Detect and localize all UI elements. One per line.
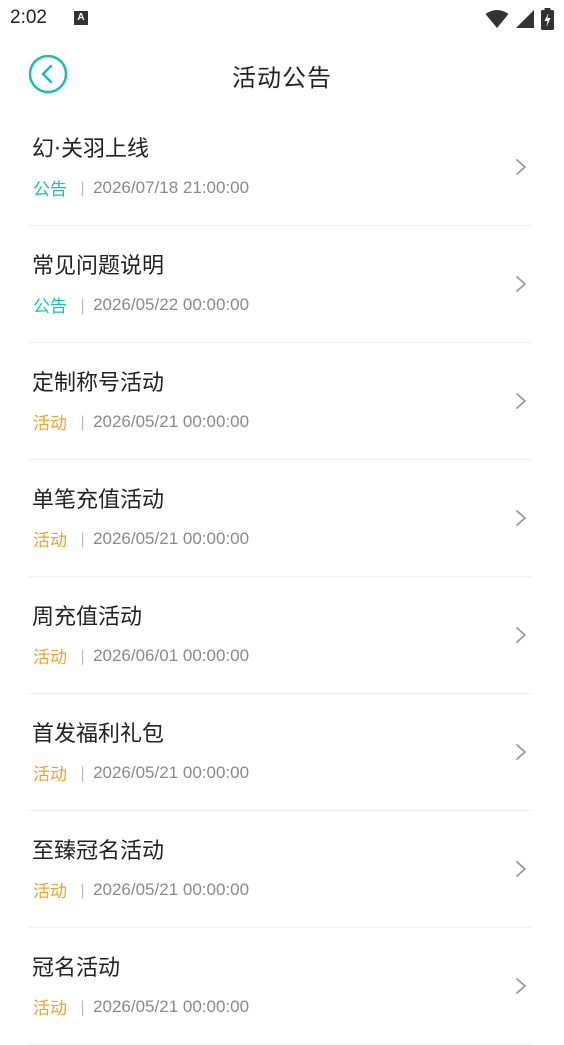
item-meta: 公告 | 2026/07/18 21:00:00 xyxy=(33,175,250,201)
item-tag: 公告 xyxy=(33,180,67,200)
item-date: 2026/05/21 00:00:00 xyxy=(93,879,250,899)
item-tag: 活动 xyxy=(33,999,67,1019)
item-title: 周充值活动 xyxy=(32,605,143,630)
item-title: 首发福利礼包 xyxy=(32,722,165,747)
list-item[interactable]: 至臻冠名活动活动 | 2026/05/21 00:00:00 xyxy=(0,811,564,928)
item-date: 2026/05/22 00:00:00 xyxy=(93,294,250,314)
cellular-signal-icon xyxy=(516,10,534,28)
chevron-right-icon xyxy=(516,393,526,409)
item-title: 单笔充值活动 xyxy=(32,488,165,513)
meta-separator: | xyxy=(80,763,86,782)
item-meta: 活动 | 2026/05/21 00:00:00 xyxy=(33,760,250,786)
item-meta: 活动 | 2026/05/21 00:00:00 xyxy=(33,877,250,903)
item-date: 2026/06/01 00:00:00 xyxy=(93,645,250,665)
meta-separator: | xyxy=(80,880,86,899)
item-meta: 活动 | 2026/05/21 00:00:00 xyxy=(33,994,250,1020)
list-item[interactable]: 单笔充值活动活动 | 2026/05/21 00:00:00 xyxy=(0,460,564,577)
header: 活动公告 xyxy=(0,38,564,110)
item-title: 冠名活动 xyxy=(32,956,121,981)
list-item[interactable]: 定制称号活动活动 | 2026/05/21 00:00:00 xyxy=(0,343,564,460)
item-tag: 活动 xyxy=(33,765,67,785)
meta-separator: | xyxy=(80,295,86,314)
meta-separator: | xyxy=(80,412,86,431)
page-title: 活动公告 xyxy=(232,64,332,92)
meta-separator: | xyxy=(80,997,86,1016)
item-tag: 活动 xyxy=(33,414,67,434)
status-icons xyxy=(485,8,554,30)
chevron-right-icon xyxy=(516,276,526,292)
item-date: 2026/07/18 21:00:00 xyxy=(93,177,250,197)
item-title: 至臻冠名活动 xyxy=(32,839,165,864)
chevron-right-icon xyxy=(516,510,526,526)
item-title: 定制称号活动 xyxy=(32,371,165,396)
item-tag: 活动 xyxy=(33,648,67,668)
item-meta: 活动 | 2026/06/01 00:00:00 xyxy=(33,643,250,669)
item-tag: 活动 xyxy=(33,531,67,551)
list-item[interactable]: 首发福利礼包活动 | 2026/05/21 00:00:00 xyxy=(0,694,564,811)
battery-charging-icon xyxy=(541,8,554,30)
item-meta: 活动 | 2026/05/21 00:00:00 xyxy=(33,526,250,552)
item-title: 常见问题说明 xyxy=(32,254,165,279)
list-item[interactable]: 冠名活动活动 | 2026/05/21 00:00:00 xyxy=(0,928,564,1045)
meta-separator: | xyxy=(80,178,86,197)
item-tag: 公告 xyxy=(33,297,67,317)
status-bar: 2:02 A xyxy=(0,0,564,38)
list-item[interactable]: 幻·关羽上线公告 | 2026/07/18 21:00:00 xyxy=(0,109,564,226)
chevron-right-icon xyxy=(516,159,526,175)
item-meta: 公告 | 2026/05/22 00:00:00 xyxy=(33,292,250,318)
chevron-right-icon xyxy=(516,978,526,994)
meta-separator: | xyxy=(80,529,86,548)
item-date: 2026/05/21 00:00:00 xyxy=(93,411,250,431)
chevron-right-icon xyxy=(516,744,526,760)
list-item[interactable]: 周充值活动活动 | 2026/06/01 00:00:00 xyxy=(0,577,564,694)
status-time: 2:02 xyxy=(10,7,47,28)
item-date: 2026/05/21 00:00:00 xyxy=(93,762,250,782)
item-meta: 活动 | 2026/05/21 00:00:00 xyxy=(33,409,250,435)
list-item[interactable]: 常见问题说明公告 | 2026/05/22 00:00:00 xyxy=(0,226,564,343)
announcement-list: 幻·关羽上线 公告 | 2026/07/18 21:00:00 常见问题说明 公告 | 202… xyxy=(0,109,564,1045)
item-date: 2026/05/21 00:00:00 xyxy=(93,996,250,1016)
item-title: 幻·关羽上线 xyxy=(32,137,149,162)
chevron-right-icon xyxy=(516,627,526,643)
meta-separator: | xyxy=(80,646,86,665)
item-date: 2026/05/21 00:00:00 xyxy=(93,528,250,548)
notification-a-icon: A xyxy=(74,11,88,25)
chevron-right-icon xyxy=(516,861,526,877)
item-tag: 活动 xyxy=(33,882,67,902)
wifi-icon xyxy=(485,10,509,28)
